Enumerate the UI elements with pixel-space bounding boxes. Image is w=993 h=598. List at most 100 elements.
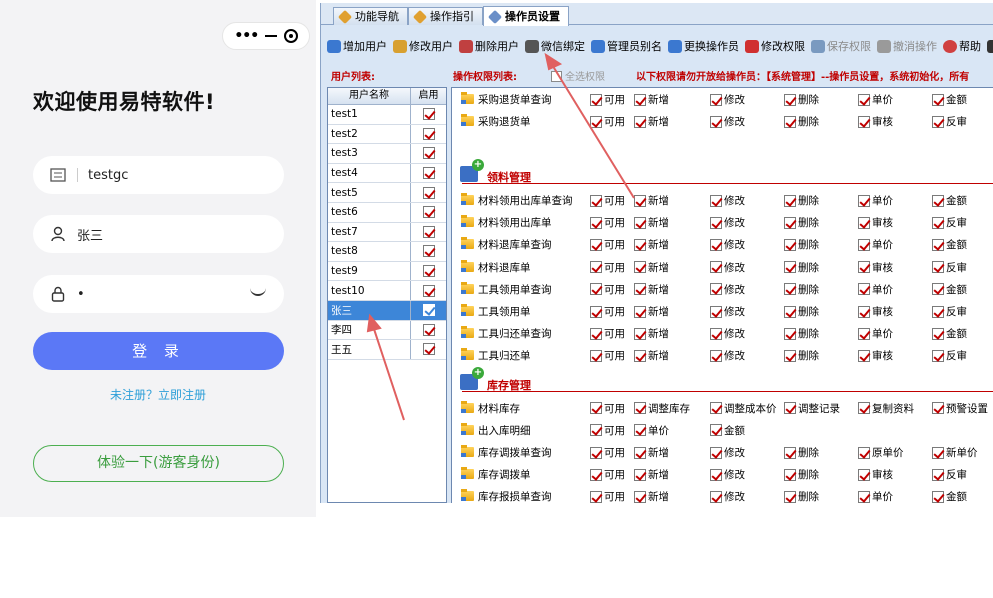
permission-checkbox[interactable]: 金额 xyxy=(932,489,967,503)
username-field[interactable]: 张三 xyxy=(33,215,284,253)
tab-operation-guide[interactable]: 操作指引 xyxy=(408,7,483,25)
permission-checkbox[interactable]: 新增 xyxy=(634,326,669,341)
permission-checkbox[interactable]: 修改 xyxy=(710,445,745,460)
enabled-checkbox[interactable] xyxy=(422,108,435,121)
permission-checkbox[interactable]: 可用 xyxy=(590,260,625,275)
enabled-checkbox[interactable] xyxy=(422,186,435,199)
permission-checkbox[interactable]: 可用 xyxy=(590,401,625,416)
close-button[interactable]: 退出 xyxy=(987,38,993,54)
table-row[interactable]: test8 xyxy=(328,242,446,262)
permission-checkbox[interactable]: 可用 xyxy=(590,114,625,129)
permission-checkbox[interactable]: 修改 xyxy=(710,114,745,129)
edit-user-button[interactable]: 修改用户 xyxy=(393,38,453,54)
table-row[interactable]: test6 xyxy=(328,202,446,223)
permission-checkbox[interactable]: 修改 xyxy=(710,348,745,363)
permission-checkbox[interactable]: 删除 xyxy=(784,260,819,275)
permission-checkbox[interactable]: 可用 xyxy=(590,348,625,363)
permission-checkbox[interactable]: 金额 xyxy=(932,237,967,252)
permission-checkbox[interactable]: 反审 xyxy=(932,215,967,230)
permission-checkbox[interactable]: 可用 xyxy=(590,326,625,341)
table-row[interactable]: test3 xyxy=(328,144,446,164)
permission-checkbox[interactable]: 修改 xyxy=(710,467,745,482)
close-target-icon[interactable] xyxy=(283,29,298,43)
section-header[interactable]: 库存管理 xyxy=(452,366,993,394)
enabled-checkbox[interactable] xyxy=(422,127,435,140)
permission-checkbox[interactable]: 金额 xyxy=(932,92,967,107)
permission-checkbox[interactable]: 审核 xyxy=(858,348,893,363)
permission-checkbox[interactable]: 预警设置 xyxy=(932,401,988,416)
permission-checkbox[interactable]: 单价 xyxy=(858,326,893,341)
table-row[interactable]: 王五 xyxy=(328,340,446,360)
permission-checkbox[interactable]: 审核 xyxy=(858,215,893,230)
select-all-checkbox[interactable]: 全选权限 xyxy=(551,68,605,83)
permission-checkbox[interactable]: 金额 xyxy=(710,423,745,438)
permission-checkbox[interactable]: 删除 xyxy=(784,193,819,208)
enabled-checkbox[interactable] xyxy=(422,304,435,317)
table-row[interactable]: 张三 xyxy=(328,300,446,321)
permission-checkbox[interactable]: 修改 xyxy=(710,326,745,341)
undo-button[interactable]: 撤消操作 xyxy=(877,38,937,54)
tab-operator-settings[interactable]: 操作员设置 xyxy=(483,6,569,26)
permission-checkbox[interactable]: 审核 xyxy=(858,467,893,482)
permission-checkbox[interactable]: 单价 xyxy=(858,92,893,107)
edit-permission-button[interactable]: 修改权限 xyxy=(745,38,805,54)
permission-checkbox[interactable]: 新增 xyxy=(634,348,669,363)
enabled-checkbox[interactable] xyxy=(422,323,435,336)
permission-checkbox[interactable]: 金额 xyxy=(932,326,967,341)
enabled-checkbox[interactable] xyxy=(422,245,435,258)
table-row[interactable]: test1 xyxy=(328,105,446,125)
permission-checkbox[interactable]: 反审 xyxy=(932,304,967,319)
permission-checkbox[interactable]: 删除 xyxy=(784,467,819,482)
enabled-checkbox[interactable] xyxy=(422,147,435,160)
permission-checkbox[interactable]: 删除 xyxy=(784,215,819,230)
permission-checkbox[interactable]: 反审 xyxy=(932,467,967,482)
permission-checkbox[interactable]: 反审 xyxy=(932,114,967,129)
permission-checkbox[interactable]: 单价 xyxy=(858,237,893,252)
admin-alias-button[interactable]: 管理员别名 xyxy=(591,38,662,54)
permission-checkbox[interactable]: 调整成本价 xyxy=(710,401,777,416)
permission-checkbox[interactable]: 修改 xyxy=(710,215,745,230)
permission-checkbox[interactable]: 修改 xyxy=(710,282,745,297)
permission-checkbox[interactable]: 删除 xyxy=(784,489,819,503)
permission-checkbox[interactable]: 可用 xyxy=(590,304,625,319)
switch-operator-button[interactable]: 更换操作员 xyxy=(668,38,739,54)
permission-checkbox[interactable]: 可用 xyxy=(590,237,625,252)
table-row[interactable]: 李四 xyxy=(328,320,446,341)
permission-checkbox[interactable]: 新增 xyxy=(634,282,669,297)
section-header[interactable]: 领料管理 xyxy=(452,159,993,186)
permission-checkbox[interactable]: 删除 xyxy=(784,326,819,341)
permission-checkbox[interactable]: 删除 xyxy=(784,304,819,319)
permission-checkbox[interactable]: 可用 xyxy=(590,282,625,297)
permission-checkbox[interactable]: 修改 xyxy=(710,304,745,319)
permission-checkbox[interactable]: 删除 xyxy=(784,348,819,363)
enabled-checkbox[interactable] xyxy=(422,167,435,180)
permission-checkbox[interactable]: 可用 xyxy=(590,92,625,107)
permission-checkbox[interactable]: 修改 xyxy=(710,237,745,252)
permission-checkbox[interactable]: 调整库存 xyxy=(634,401,690,416)
table-row[interactable]: test4 xyxy=(328,163,446,184)
permission-checkbox[interactable]: 可用 xyxy=(590,193,625,208)
login-button[interactable]: 登 录 xyxy=(33,332,284,370)
permission-checkbox[interactable]: 可用 xyxy=(590,489,625,503)
permission-checkbox[interactable]: 新增 xyxy=(634,193,669,208)
permission-checkbox[interactable]: 新增 xyxy=(634,304,669,319)
permission-checkbox[interactable]: 可用 xyxy=(590,423,625,438)
table-row[interactable]: test2 xyxy=(328,124,446,145)
permission-checkbox[interactable]: 新增 xyxy=(634,237,669,252)
closed-eye-icon[interactable] xyxy=(250,288,266,296)
permission-checkbox[interactable]: 调整记录 xyxy=(784,401,840,416)
permission-checkbox[interactable]: 审核 xyxy=(858,114,893,129)
enabled-checkbox[interactable] xyxy=(422,206,435,219)
enabled-checkbox[interactable] xyxy=(422,343,435,356)
permission-checkbox[interactable]: 单价 xyxy=(634,423,669,438)
permission-checkbox[interactable]: 审核 xyxy=(858,260,893,275)
col-username[interactable]: 用户名称 xyxy=(328,88,411,104)
minimize-icon[interactable] xyxy=(264,35,277,37)
permission-checkbox[interactable]: 修改 xyxy=(710,193,745,208)
permission-checkbox[interactable]: 可用 xyxy=(590,467,625,482)
company-field[interactable]: testgc xyxy=(33,156,284,194)
col-enabled[interactable]: 启用 xyxy=(411,88,446,104)
table-row[interactable]: test5 xyxy=(328,183,446,203)
save-button[interactable]: 保存权限 xyxy=(811,38,871,54)
permission-checkbox[interactable]: 反审 xyxy=(932,348,967,363)
